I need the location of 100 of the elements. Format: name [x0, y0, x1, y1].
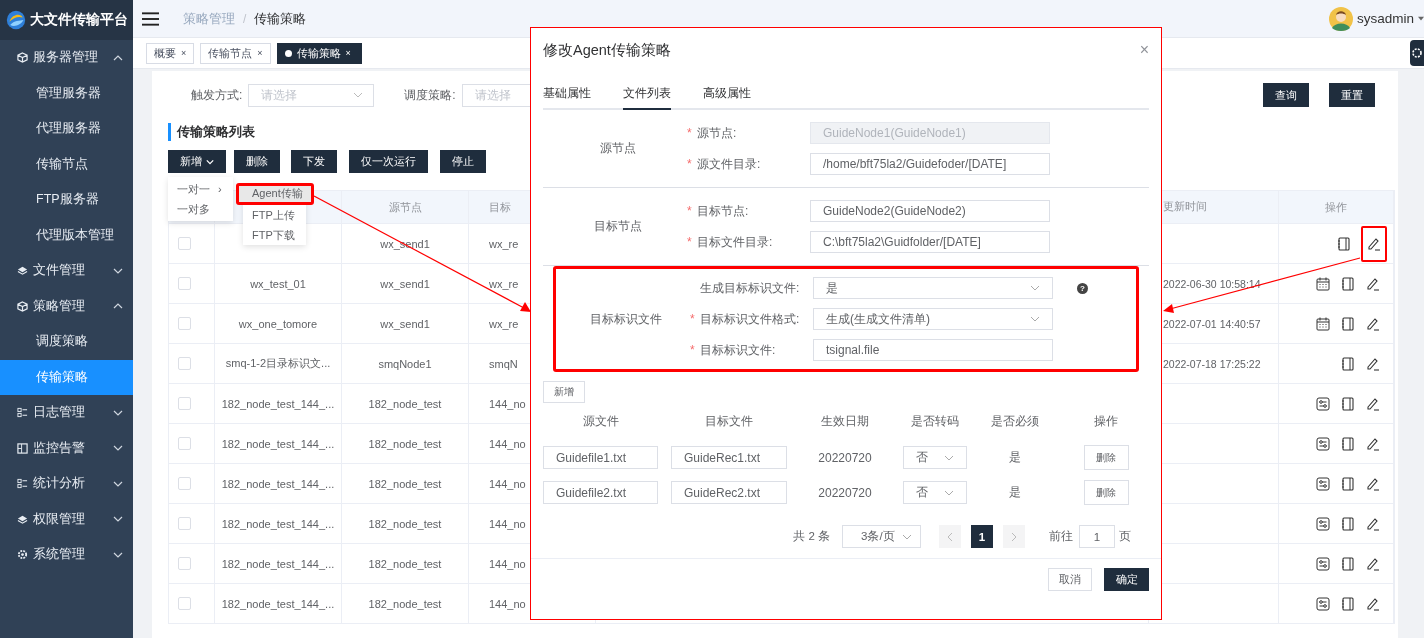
nav-item[interactable]: FTP服务器 [0, 182, 133, 218]
row-checkbox[interactable] [178, 397, 191, 410]
notebook-icon[interactable] [1340, 515, 1356, 532]
select-field[interactable]: 是 [813, 277, 1053, 299]
dialog-tab[interactable]: 文件列表 [623, 85, 671, 110]
dialog-tab[interactable]: 基础属性 [543, 85, 591, 110]
row-checkbox[interactable] [178, 237, 191, 250]
nav-group-item[interactable]: 服务器管理 [0, 40, 133, 76]
toolbar-button[interactable]: 停止 [440, 150, 486, 173]
page-size-select[interactable]: 3条/页 [842, 525, 921, 548]
notebook-icon[interactable] [1340, 275, 1356, 292]
notebook-icon[interactable] [1336, 235, 1352, 252]
menu-item[interactable]: Agent传输 [236, 183, 314, 205]
menu-item[interactable]: FTP下载 [243, 225, 306, 245]
delete-button[interactable]: 删除 [1083, 445, 1129, 470]
row-checkbox[interactable] [178, 597, 191, 610]
sliders-icon[interactable] [1315, 595, 1331, 612]
row-checkbox[interactable] [178, 357, 191, 370]
help-icon[interactable]: ? [1077, 282, 1088, 294]
chevron-down-icon [944, 489, 954, 496]
row-checkbox[interactable] [178, 477, 191, 490]
close-icon[interactable]: × [181, 48, 187, 58]
nav-item[interactable]: 管理服务器 [0, 75, 133, 111]
sliders-icon[interactable] [1315, 515, 1331, 532]
close-icon[interactable]: × [345, 48, 351, 58]
input-field[interactable]: tsignal.file [813, 339, 1053, 361]
input-field[interactable]: Guidefile2.txt [543, 481, 658, 504]
row-checkbox[interactable] [178, 317, 191, 330]
notebook-icon[interactable] [1340, 395, 1356, 412]
select-field[interactable]: 否 [903, 446, 967, 469]
nav-item[interactable]: 代理服务器 [0, 111, 133, 147]
user-name[interactable]: sysadmin [1356, 11, 1414, 26]
nav-group-item[interactable]: 日志管理 [0, 395, 133, 431]
table-cell: 182_node_test_144_... [221, 477, 335, 490]
search-button[interactable]: 查询 [1263, 83, 1309, 107]
dialog-tab[interactable]: 高级属性 [703, 85, 751, 110]
input-field[interactable]: /home/bft75la2/Guidefoder/[DATE] [810, 153, 1050, 175]
input-field[interactable]: Guidefile1.txt [543, 446, 658, 469]
chevron-down-icon [113, 551, 123, 558]
nav-group-item[interactable]: 权限管理 [0, 501, 133, 537]
toolbar-button[interactable]: 新增 [168, 150, 226, 173]
table-cell: 144_no [489, 597, 526, 610]
settings-button[interactable] [1410, 40, 1424, 66]
notebook-icon[interactable] [1340, 435, 1356, 452]
toolbar-button[interactable]: 仅一次运行 [349, 150, 428, 173]
nav-item[interactable]: 代理版本管理 [0, 217, 133, 253]
page-tab[interactable]: 概要 × [146, 42, 195, 64]
nav-group-item[interactable]: 策略管理 [0, 288, 133, 324]
input-field[interactable]: C:\bft75la2\Guidfolder/[DATE] [810, 231, 1050, 253]
calendar-icon[interactable] [1315, 275, 1331, 292]
field-label: 目标标识文件格式: [700, 310, 800, 328]
table-cell: 182_node_test_144_... [221, 517, 335, 530]
row-checkbox[interactable] [178, 517, 191, 530]
input-field[interactable]: GuideNode2(GuideNode2) [810, 200, 1050, 222]
field-label: 目标文件目录: [697, 233, 773, 251]
menu-item[interactable]: 一对多 [168, 199, 233, 219]
nav-item[interactable]: 调度策略 [0, 324, 133, 360]
section-label: 源节点 [600, 140, 636, 157]
menu-item[interactable]: 一对一 › [168, 179, 233, 199]
chevron-down-icon [113, 445, 123, 452]
caret-icon[interactable] [1418, 16, 1424, 21]
input-field[interactable]: GuideRec1.txt [671, 446, 787, 469]
row-checkbox[interactable] [178, 437, 191, 450]
nav-item[interactable]: 传输节点 [0, 146, 133, 182]
layers-icon [17, 513, 28, 525]
page-tab[interactable]: 传输策略 × [276, 42, 362, 64]
nav-group-item[interactable]: 统计分析 [0, 466, 133, 502]
sliders-icon[interactable] [1315, 395, 1331, 412]
input-field[interactable]: GuideRec2.txt [671, 481, 787, 504]
confirm-button[interactable]: 确定 [1104, 568, 1149, 591]
close-icon[interactable]: × [257, 48, 263, 58]
toolbar-button[interactable]: 下发 [291, 150, 337, 173]
nav-group-item[interactable]: 文件管理 [0, 253, 133, 289]
avatar-icon[interactable] [1328, 6, 1353, 31]
row-checkbox[interactable] [178, 557, 191, 570]
notebook-icon[interactable] [1340, 315, 1356, 332]
delete-button[interactable]: 删除 [1083, 480, 1129, 505]
toolbar-button[interactable]: 删除 [234, 150, 280, 173]
notebook-icon[interactable] [1340, 475, 1356, 492]
select-field[interactable]: 否 [903, 481, 967, 504]
calendar-icon[interactable] [1315, 315, 1331, 332]
sliders-icon[interactable] [1315, 475, 1331, 492]
sliders-icon[interactable] [1315, 555, 1331, 572]
notebook-icon[interactable] [1340, 595, 1356, 612]
chevron-left-icon [947, 531, 953, 542]
chevron-down-icon [1030, 285, 1040, 291]
page-input[interactable]: 1 [1079, 525, 1115, 548]
cancel-button[interactable]: 取消 [1048, 568, 1092, 591]
nav-group-item[interactable]: 监控告警 [0, 430, 133, 466]
menu-icon[interactable] [142, 11, 159, 26]
row-checkbox[interactable] [178, 277, 191, 290]
notebook-icon[interactable] [1340, 555, 1356, 572]
page-button[interactable]: 1 [971, 525, 993, 548]
sliders-icon[interactable] [1315, 435, 1331, 452]
search-button[interactable]: 重置 [1329, 83, 1375, 107]
select-field[interactable]: 生成(生成文件清单) [813, 308, 1053, 330]
add-button[interactable]: 新增 [543, 381, 585, 403]
notebook-icon[interactable] [1340, 355, 1356, 372]
page-tab[interactable]: 传输节点 × [200, 42, 271, 64]
nav-group-item[interactable]: 系统管理 [0, 537, 133, 573]
